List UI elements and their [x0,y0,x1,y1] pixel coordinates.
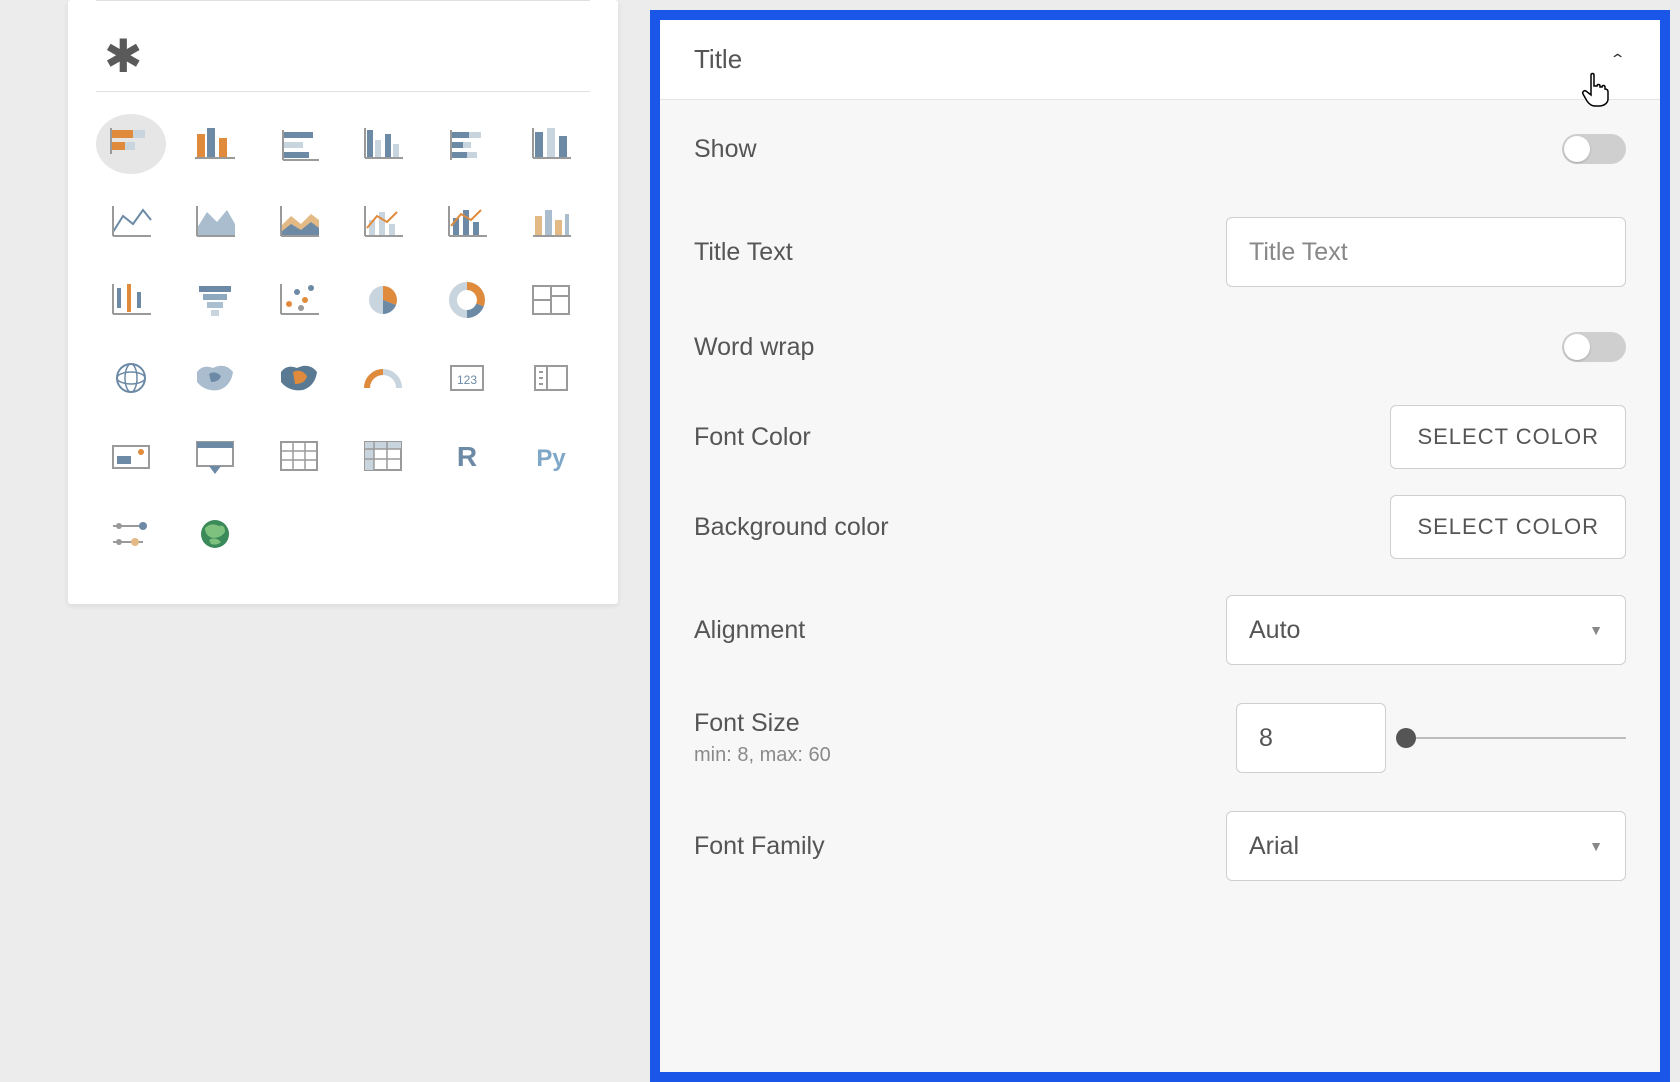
viz-matrix[interactable] [348,426,418,486]
viz-arcgis[interactable] [180,504,250,564]
title-text-input[interactable] [1226,217,1626,287]
viz-pie[interactable] [348,270,418,330]
background-color-label: Background color [694,513,1390,542]
show-field: Show [694,104,1626,194]
chevron-down-icon: ▼ [1589,622,1603,638]
title-section-header[interactable]: Title ⌃ [660,20,1660,100]
alignment-label: Alignment [694,616,1226,645]
font-size-label: Font Size min: 8, max: 60 [694,709,1236,767]
visualization-picker: ✱ [68,0,618,604]
viz-clustered-column-alt[interactable] [516,114,586,174]
show-label: Show [694,135,1562,164]
chevron-up-icon: ⌃ [1609,51,1626,69]
word-wrap-field: Word wrap [694,302,1626,392]
viz-line-chart[interactable] [96,192,166,252]
viz-funnel[interactable] [180,270,250,330]
word-wrap-label: Word wrap [694,333,1562,362]
required-indicator-row: ✱ [96,1,590,91]
font-size-field: Font Size min: 8, max: 60 [694,680,1626,788]
viz-globe[interactable] [96,348,166,408]
title-section-body: Show Title Text Word wrap Font Color SEL… [660,100,1660,906]
title-text-field: Title Text [694,194,1626,302]
viz-kpi[interactable]: 123 [432,348,502,408]
viz-range-column[interactable] [96,270,166,330]
svg-text:Py: Py [536,445,566,472]
svg-text:123: 123 [457,373,477,387]
font-family-field: Font Family Arial ▼ [694,788,1626,896]
viz-r-visual[interactable]: R [432,426,502,486]
font-color-field: Font Color SELECT COLOR [694,392,1626,482]
font-size-input[interactable] [1236,703,1386,773]
show-toggle[interactable] [1562,134,1626,164]
slider-track [1406,737,1626,739]
font-family-value: Arial [1249,832,1299,861]
title-text-label: Title Text [694,238,1226,267]
viz-area-chart[interactable] [180,192,250,252]
viz-scatter[interactable] [264,270,334,330]
viz-clustered-column[interactable] [348,114,418,174]
viz-stacked-area[interactable] [264,192,334,252]
viz-table[interactable] [264,426,334,486]
font-size-slider[interactable] [1406,726,1626,750]
section-title-label: Title [694,44,742,75]
viz-treemap[interactable] [516,270,586,330]
font-size-hint: min: 8, max: 60 [694,744,1236,767]
viz-map-heat[interactable] [180,348,250,408]
viz-stacked-h-bar[interactable] [96,114,166,174]
font-family-label: Font Family [694,832,1226,861]
viz-slicer[interactable] [96,426,166,486]
viz-card[interactable] [516,348,586,408]
alignment-value: Auto [1249,616,1300,645]
visualization-grid: 123 [96,92,590,564]
viz-key-influencers[interactable] [96,504,166,564]
font-family-select[interactable]: Arial ▼ [1226,811,1626,881]
viz-map-choropleth[interactable] [264,348,334,408]
word-wrap-toggle[interactable] [1562,332,1626,362]
viz-line-multi[interactable] [348,192,418,252]
svg-text:R: R [457,441,477,472]
alignment-field: Alignment Auto ▼ [694,572,1626,680]
background-color-button[interactable]: SELECT COLOR [1390,495,1626,559]
viz-slicer-table[interactable] [180,426,250,486]
slider-thumb[interactable] [1396,728,1416,748]
viz-gauge[interactable] [348,348,418,408]
font-color-button[interactable]: SELECT COLOR [1390,405,1626,469]
alignment-select[interactable]: Auto ▼ [1226,595,1626,665]
background-color-field: Background color SELECT COLOR [694,482,1626,572]
asterisk-icon: ✱ [104,33,143,79]
viz-donut[interactable] [432,270,502,330]
viz-clustered-bar[interactable] [180,114,250,174]
font-color-label: Font Color [694,423,1390,452]
viz-column-line[interactable] [432,192,502,252]
viz-py-visual[interactable]: Py [516,426,586,486]
viz-stacked-h-bar-2[interactable] [432,114,502,174]
chevron-down-icon: ▼ [1589,838,1603,854]
viz-column-area[interactable] [516,192,586,252]
properties-panel: Title ⌃ Show Title Text Word wrap [650,10,1670,1082]
viz-stacked-bar-alt[interactable] [264,114,334,174]
